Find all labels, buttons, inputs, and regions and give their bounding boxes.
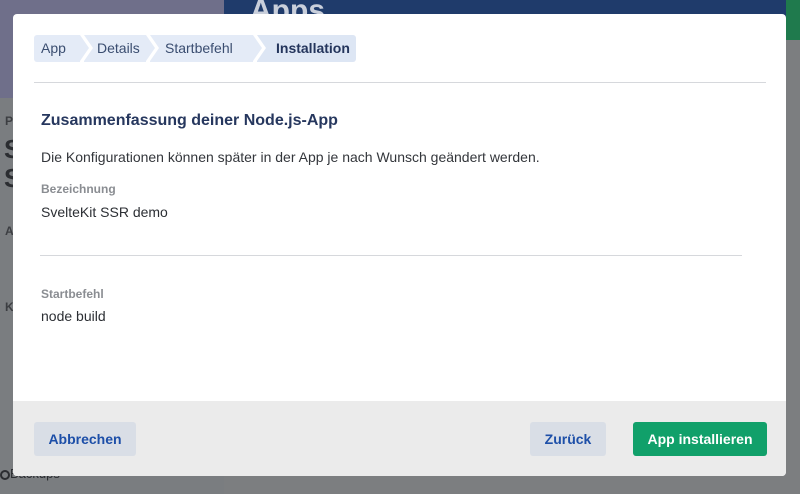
section-title: Zusammenfassung deiner Node.js-App [41,112,338,129]
name-label: Bezeichnung [41,182,116,196]
intro-text: Die Konfigurationen können später in der… [41,149,540,165]
install-modal: App Details Startbefehl Installation Zus… [13,14,786,476]
background-backups-icon [0,470,10,480]
breadcrumb-step-installation[interactable]: Installation [257,35,356,62]
breadcrumb-step-app[interactable]: App [34,35,89,62]
back-button[interactable]: Zurück [530,422,606,456]
breadcrumb-step-startbefehl[interactable]: Startbefehl [150,35,262,62]
install-app-button[interactable]: App installieren [633,422,767,456]
divider [40,255,742,256]
start-command-value: node build [41,308,106,324]
breadcrumb-step-details[interactable]: Details [84,35,155,62]
start-command-label: Startbefehl [41,287,104,301]
name-value: SvelteKit SSR demo [41,204,168,220]
background-sidebar-letter: P [5,114,14,128]
breadcrumb: App Details Startbefehl Installation [34,35,356,62]
divider [34,82,766,83]
cancel-button[interactable]: Abbrechen [34,422,136,456]
modal-footer: Abbrechen Zurück App installieren [13,401,786,476]
